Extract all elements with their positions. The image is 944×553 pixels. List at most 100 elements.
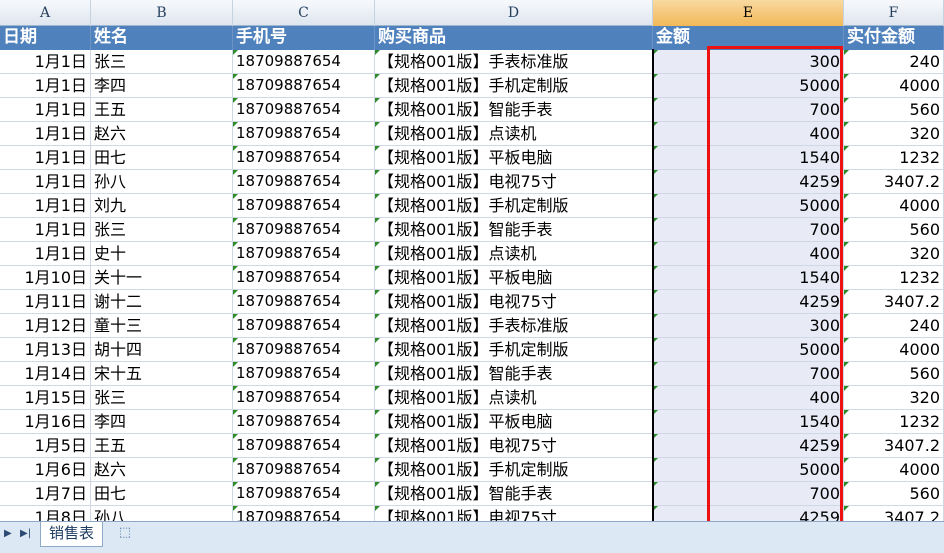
table-cell[interactable]: 【规格001版】平板电脑: [375, 410, 653, 434]
table-cell[interactable]: 【规格001版】电视75寸: [375, 290, 653, 314]
table-cell[interactable]: 1月1日: [0, 50, 91, 74]
table-cell[interactable]: 4000: [844, 458, 944, 482]
table-cell[interactable]: 【规格001版】手表标准版: [375, 50, 653, 74]
table-cell[interactable]: 240: [844, 50, 944, 74]
table-cell[interactable]: 赵六: [91, 458, 233, 482]
table-cell[interactable]: 18709887654: [233, 266, 375, 290]
table-cell[interactable]: 400: [653, 122, 844, 146]
table-cell[interactable]: 【规格001版】智能手表: [375, 362, 653, 386]
table-cell[interactable]: 560: [844, 98, 944, 122]
table-cell[interactable]: 320: [844, 242, 944, 266]
table-cell[interactable]: 5000: [653, 338, 844, 362]
table-cell[interactable]: 田七: [91, 146, 233, 170]
table-cell[interactable]: 1月6日: [0, 458, 91, 482]
table-cell[interactable]: 【规格001版】电视75寸: [375, 170, 653, 194]
table-cell[interactable]: 田七: [91, 482, 233, 506]
table-cell[interactable]: 1月14日: [0, 362, 91, 386]
table-cell[interactable]: 【规格001版】智能手表: [375, 98, 653, 122]
table-cell[interactable]: 4000: [844, 74, 944, 98]
table-cell[interactable]: 宋十五: [91, 362, 233, 386]
table-cell[interactable]: 700: [653, 482, 844, 506]
table-cell[interactable]: 1月1日: [0, 242, 91, 266]
table-cell[interactable]: 18709887654: [233, 386, 375, 410]
table-cell[interactable]: 4259: [653, 434, 844, 458]
table-cell[interactable]: 【规格001版】智能手表: [375, 482, 653, 506]
table-cell[interactable]: 【规格001版】点读机: [375, 386, 653, 410]
table-cell[interactable]: 1月1日: [0, 170, 91, 194]
table-cell[interactable]: 【规格001版】手机定制版: [375, 74, 653, 98]
table-cell[interactable]: 童十三: [91, 314, 233, 338]
table-cell[interactable]: 胡十四: [91, 338, 233, 362]
table-cell[interactable]: 1月1日: [0, 194, 91, 218]
table-cell[interactable]: 5000: [653, 458, 844, 482]
table-cell[interactable]: 700: [653, 98, 844, 122]
table-cell[interactable]: 1540: [653, 146, 844, 170]
table-cell[interactable]: 1540: [653, 410, 844, 434]
column-letter-e[interactable]: E: [653, 0, 844, 26]
table-cell[interactable]: 4000: [844, 194, 944, 218]
table-cell[interactable]: 【规格001版】电视75寸: [375, 434, 653, 458]
column-letter-b[interactable]: B: [91, 0, 233, 26]
table-cell[interactable]: 张三: [91, 386, 233, 410]
table-cell[interactable]: 李四: [91, 410, 233, 434]
table-cell[interactable]: 【规格001版】点读机: [375, 122, 653, 146]
table-cell[interactable]: 【规格001版】平板电脑: [375, 266, 653, 290]
table-cell[interactable]: 3407.2: [844, 290, 944, 314]
table-cell[interactable]: 18709887654: [233, 50, 375, 74]
table-cell[interactable]: 240: [844, 314, 944, 338]
table-cell[interactable]: 1月1日: [0, 146, 91, 170]
table-cell[interactable]: 18709887654: [233, 170, 375, 194]
table-cell[interactable]: 张三: [91, 50, 233, 74]
table-cell[interactable]: 18709887654: [233, 458, 375, 482]
header-cell[interactable]: 日期: [0, 26, 91, 50]
column-letter-c[interactable]: C: [233, 0, 375, 26]
table-cell[interactable]: 张三: [91, 218, 233, 242]
table-cell[interactable]: 1月7日: [0, 482, 91, 506]
table-cell[interactable]: 5000: [653, 74, 844, 98]
header-cell[interactable]: 姓名: [91, 26, 233, 50]
table-cell[interactable]: 560: [844, 362, 944, 386]
table-cell[interactable]: 700: [653, 218, 844, 242]
table-cell[interactable]: 560: [844, 218, 944, 242]
table-cell[interactable]: 300: [653, 50, 844, 74]
table-cell[interactable]: 1月11日: [0, 290, 91, 314]
table-cell[interactable]: 【规格001版】手表标准版: [375, 314, 653, 338]
play-last-icon[interactable]: ▶|: [20, 528, 31, 539]
table-cell[interactable]: 1月5日: [0, 434, 91, 458]
table-cell[interactable]: 18709887654: [233, 434, 375, 458]
table-cell[interactable]: 320: [844, 386, 944, 410]
table-cell[interactable]: 1232: [844, 266, 944, 290]
sheet-tab[interactable]: 销售表: [40, 522, 104, 547]
table-cell[interactable]: 3407.2: [844, 506, 944, 521]
table-cell[interactable]: 18709887654: [233, 74, 375, 98]
table-cell[interactable]: 关十一: [91, 266, 233, 290]
table-cell[interactable]: 560: [844, 482, 944, 506]
table-cell[interactable]: 4000: [844, 338, 944, 362]
table-cell[interactable]: 孙八: [91, 170, 233, 194]
table-cell[interactable]: 3407.2: [844, 434, 944, 458]
table-cell[interactable]: 1月13日: [0, 338, 91, 362]
table-cell[interactable]: 1232: [844, 146, 944, 170]
table-cell[interactable]: 史十: [91, 242, 233, 266]
table-cell[interactable]: 400: [653, 242, 844, 266]
table-cell[interactable]: 王五: [91, 98, 233, 122]
table-cell[interactable]: 5000: [653, 194, 844, 218]
table-cell[interactable]: 4259: [653, 506, 844, 521]
table-cell[interactable]: 赵六: [91, 122, 233, 146]
table-cell[interactable]: 300: [653, 314, 844, 338]
table-cell[interactable]: 【规格001版】手机定制版: [375, 458, 653, 482]
table-cell[interactable]: 18709887654: [233, 338, 375, 362]
table-cell[interactable]: 【规格001版】平板电脑: [375, 146, 653, 170]
table-cell[interactable]: 谢十二: [91, 290, 233, 314]
table-cell[interactable]: 1月1日: [0, 98, 91, 122]
header-cell[interactable]: 实付金额: [844, 26, 944, 50]
table-cell[interactable]: 700: [653, 362, 844, 386]
table-cell[interactable]: 【规格001版】手机定制版: [375, 194, 653, 218]
table-cell[interactable]: 320: [844, 122, 944, 146]
table-cell[interactable]: 18709887654: [233, 314, 375, 338]
table-cell[interactable]: 李四: [91, 74, 233, 98]
table-cell[interactable]: 孙八: [91, 506, 233, 521]
table-cell[interactable]: 4259: [653, 170, 844, 194]
table-cell[interactable]: 4259: [653, 290, 844, 314]
table-cell[interactable]: 【规格001版】电视75寸: [375, 506, 653, 521]
